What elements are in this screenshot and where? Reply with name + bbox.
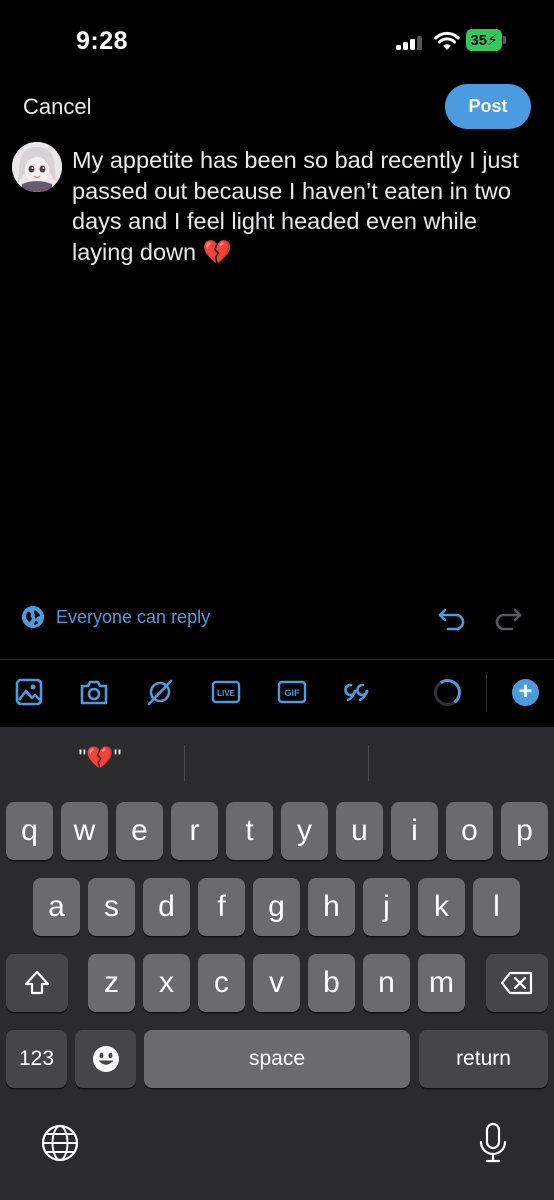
key-a[interactable]: a — [33, 878, 80, 936]
backspace-icon — [500, 971, 533, 995]
grok-icon[interactable] — [144, 676, 176, 708]
camera-icon[interactable] — [78, 676, 110, 708]
cancel-button[interactable]: Cancel — [23, 94, 91, 120]
key-c[interactable]: c — [198, 954, 245, 1012]
return-key[interactable]: return — [419, 1030, 548, 1088]
key-q[interactable]: q — [6, 802, 53, 860]
backspace-key[interactable] — [486, 954, 548, 1012]
key-m[interactable]: m — [418, 954, 465, 1012]
tweet-text-input[interactable]: My appetite has been so bad recently I j… — [72, 145, 542, 267]
quote-icon[interactable] — [342, 676, 374, 708]
image-icon[interactable] — [13, 676, 45, 708]
status-bar: 9:28 35⚡ — [0, 0, 554, 80]
emoji-key[interactable] — [75, 1030, 136, 1088]
key-d[interactable]: d — [143, 878, 190, 936]
gif-icon[interactable]: GIF — [276, 676, 308, 708]
key-s[interactable]: s — [88, 878, 135, 936]
key-u[interactable]: u — [336, 802, 383, 860]
globe-icon — [22, 606, 44, 628]
undo-icon[interactable] — [436, 604, 468, 634]
key-f[interactable]: f — [198, 878, 245, 936]
key-g[interactable]: g — [253, 878, 300, 936]
key-z[interactable]: z — [88, 954, 135, 1012]
character-counter-ring — [431, 676, 464, 709]
live-icon[interactable]: LIVE — [210, 676, 242, 708]
key-p[interactable]: p — [501, 802, 548, 860]
space-key[interactable]: space — [144, 1030, 410, 1088]
numbers-key[interactable]: 123 — [6, 1030, 67, 1088]
key-e[interactable]: e — [116, 802, 163, 860]
reply-settings-button[interactable]: Everyone can reply — [22, 606, 210, 628]
cellular-signal-icon — [396, 36, 424, 50]
add-icon[interactable]: + — [512, 679, 539, 706]
key-j[interactable]: j — [363, 878, 410, 936]
key-l[interactable]: l — [473, 878, 520, 936]
key-h[interactable]: h — [308, 878, 355, 936]
emoji-icon — [92, 1046, 119, 1072]
wifi-icon — [434, 31, 460, 50]
key-b[interactable]: b — [308, 954, 355, 1012]
key-y[interactable]: y — [281, 802, 328, 860]
key-t[interactable]: t — [226, 802, 273, 860]
battery-icon: 35⚡ — [466, 29, 506, 51]
avatar[interactable] — [12, 142, 62, 192]
key-o[interactable]: o — [446, 802, 493, 860]
suggestion-divider — [368, 745, 369, 781]
key-x[interactable]: x — [143, 954, 190, 1012]
key-v[interactable]: v — [253, 954, 300, 1012]
shift-icon — [24, 970, 50, 995]
shift-key[interactable] — [6, 954, 68, 1012]
key-n[interactable]: n — [363, 954, 410, 1012]
key-r[interactable]: r — [171, 802, 218, 860]
live-label: LIVE — [217, 689, 235, 698]
keyboard: "💔" q w e r t y u i o p a s d f g h j k … — [0, 727, 554, 1200]
gif-label: GIF — [285, 688, 301, 698]
toolbar-divider — [486, 674, 487, 712]
key-w[interactable]: w — [61, 802, 108, 860]
reply-settings-label: Everyone can reply — [56, 606, 211, 627]
key-k[interactable]: k — [418, 878, 465, 936]
suggestion-1[interactable]: "💔" — [20, 745, 180, 771]
suggestion-divider — [184, 745, 185, 781]
microphone-icon[interactable] — [476, 1121, 510, 1165]
globe-icon[interactable] — [40, 1123, 80, 1163]
suggestion-bar: "💔" — [0, 727, 554, 797]
redo-icon[interactable] — [492, 604, 524, 634]
divider — [0, 659, 554, 660]
battery-level: 35 — [470, 32, 488, 49]
post-button[interactable]: Post — [445, 84, 531, 129]
status-time: 9:28 — [76, 27, 129, 55]
key-i[interactable]: i — [391, 802, 438, 860]
